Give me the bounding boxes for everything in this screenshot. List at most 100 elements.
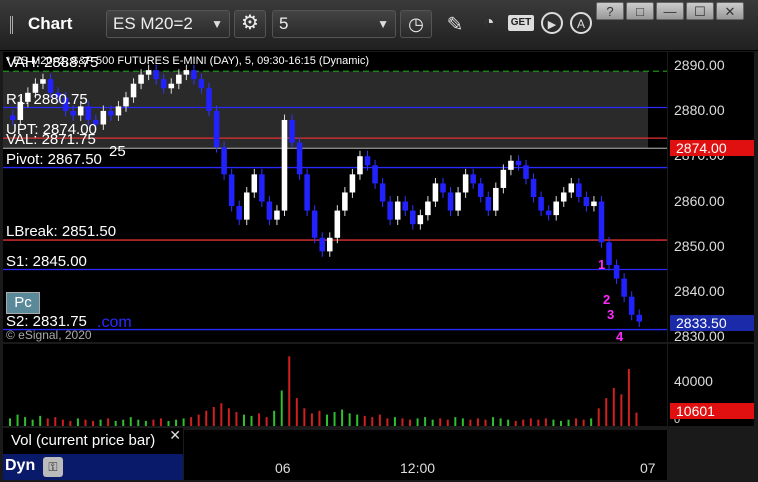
get-label: GET [510,17,532,28]
get-button[interactable]: GET [508,15,534,31]
candle-body [10,115,16,120]
candle-body [379,183,386,202]
study-button[interactable]: ◔ [474,12,504,38]
volume-bar [16,414,19,426]
x-tick-07: 07 [640,460,656,476]
gear-button[interactable]: ⚙ [234,10,266,38]
candle-body [221,147,227,175]
volume-bar [635,412,638,426]
candle-body [636,314,642,322]
price-chart[interactable]: * ES M20=2, S&P 500 FUTURES E-MINI (DAY)… [3,52,667,342]
candle-body [327,237,333,252]
price-axis[interactable]: 2890.002880.002870.002860.002850.002840.… [668,52,754,342]
volume-bar [590,418,593,426]
volume-bar [333,412,336,426]
volume-bar [522,419,525,426]
candle-body [176,74,182,84]
candle-body [319,237,325,252]
candle-body [296,142,303,175]
volume-bar [507,419,510,426]
s2-suffix: .com [97,314,132,331]
volume-bar [69,420,72,426]
volume-bar [220,403,223,426]
candle-body [628,296,635,315]
volume-bar [620,394,623,426]
volume-bar [492,417,495,426]
candle-body [530,178,537,197]
candle-body [266,201,273,220]
candle-body [77,106,84,116]
candle-body [183,70,190,75]
volume-bar [31,419,34,426]
volume-bar [439,418,442,426]
close-button[interactable]: ✕ [716,2,744,20]
maximize-button[interactable]: ☐ [686,2,714,20]
volume-bar [273,410,276,426]
volume-bar [431,419,434,426]
volume-bar [582,419,585,426]
candle-body [311,210,318,238]
candle-body [130,83,137,98]
candle-body [515,160,522,166]
candle-body [281,119,288,211]
volume-bar [258,413,261,426]
candle-body [236,206,242,220]
app-label: Chart [28,14,73,33]
level-label: VAH: 2888.75 [6,54,99,72]
clock-button[interactable]: ◷ [400,10,432,38]
candle-body [387,201,393,220]
seq-label-2: 2 [603,292,611,307]
candle-body [364,156,371,166]
symbol-dropdown[interactable]: ES M20=2 ▼ [106,10,230,38]
volume-bar [469,419,472,426]
candle-body [440,183,446,193]
interval-dropdown[interactable]: 5 ▼ [272,10,396,38]
dynamic-bar[interactable]: Dyn ⚿ [3,454,183,480]
help-button[interactable]: ? [596,2,624,20]
volume-legend[interactable]: Vol (current price bar) ✕ [3,427,183,454]
volume-bar [227,408,230,426]
volume-bar [152,419,155,426]
price-svg [3,64,667,331]
volume-bar [76,418,79,426]
candle-body [576,183,582,197]
lock-icon[interactable]: ⚿ [43,457,63,477]
volume-bar [114,420,117,426]
candle-body [153,70,159,80]
volume-bar [122,419,125,426]
level-label: LBreak: 2851.50 [6,223,117,241]
minimize-button[interactable]: — [656,2,684,20]
volume-bar [476,418,479,426]
volume-bar [341,409,344,426]
pencil-button[interactable]: ✎ [442,12,468,38]
gear-icon: ⚙ [241,12,259,34]
volume-chart[interactable] [3,344,667,426]
volume-bar [393,417,396,426]
candle-body [40,79,46,84]
volume-bar [39,415,42,426]
volume-bar [9,418,11,426]
volume-bar [190,417,193,426]
candle-body [394,201,401,220]
candle-body [410,210,416,225]
volume-bar [537,419,540,426]
restore-button[interactable]: □ [626,2,654,20]
grip-icon[interactable] [10,16,23,34]
alert-button[interactable]: A [570,12,592,34]
price-tick-label: 2850.00 [674,237,725,254]
play-button[interactable]: ▶ [541,12,563,34]
pencil-icon: ✎ [446,14,464,36]
copyright: © eSignal, 2020 [6,328,92,342]
volume-bar [46,418,49,426]
volume-bar [212,407,215,426]
pc-box[interactable]: Pc [6,292,40,314]
candle-body [108,110,114,116]
close-icon[interactable]: ✕ [169,422,181,448]
volume-bar [99,419,102,426]
volume-bar [280,390,283,426]
alert-icon: A [576,17,585,31]
volume-bar [378,414,381,426]
volume-bar [575,418,578,426]
price-tick-label: 2890.00 [674,56,725,73]
volume-svg [9,356,638,426]
